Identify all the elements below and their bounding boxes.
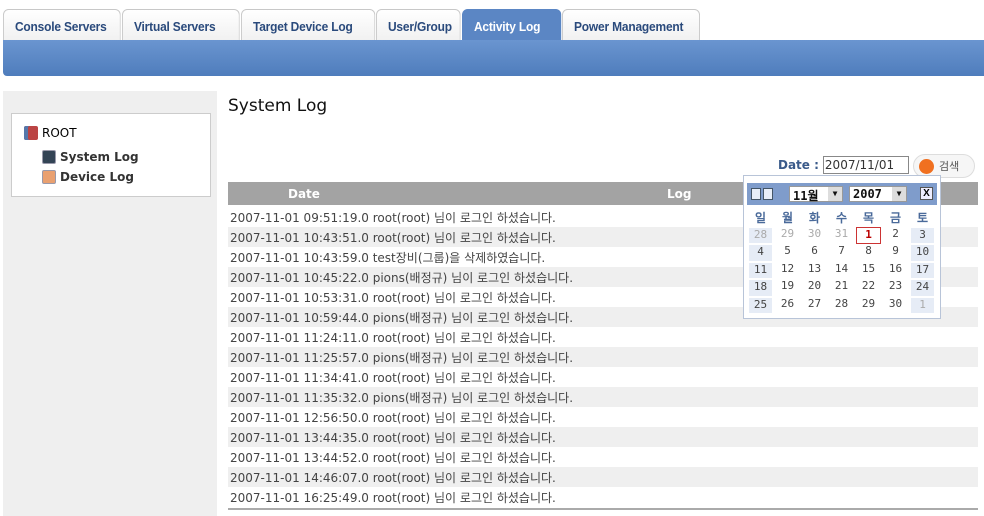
tab-virtual-servers[interactable]: Virtual Servers <box>122 9 240 42</box>
table-row: 2007-11-01 16:25:49.0 root(root) 님이 로그인 … <box>230 491 556 505</box>
calendar-grid: 일 월 화 수 목 금 토 28 29 30 31 1 2 3 4 5 6 7 8 9 10 11 12 13 14 15 16 17… <box>747 209 936 314</box>
root-icon <box>24 126 38 140</box>
weekday-label: 목 <box>862 211 875 225</box>
calendar-header: 11월 ▼ 2007 ▼ X <box>747 183 937 205</box>
calendar-day[interactable]: 6 <box>801 244 828 262</box>
tree-item-label: System Log <box>60 150 139 164</box>
tree-root[interactable]: ROOT <box>24 126 77 140</box>
calendar-popup: 11월 ▼ 2007 ▼ X 일 월 화 수 목 금 토 28 29 30 31 1 2 3 4 5 6 7 8 9 10 1… <box>743 175 941 319</box>
table-row: 2007-11-01 12:56:50.0 root(root) 님이 로그인 … <box>230 411 556 425</box>
calendar-day[interactable]: 7 <box>828 244 855 262</box>
calendar-day[interactable]: 14 <box>828 262 855 280</box>
search-label: 검색 <box>939 160 960 173</box>
date-filter: Date : <box>778 156 909 174</box>
table-row: 2007-11-01 14:46:07.0 root(root) 님이 로그인 … <box>228 467 978 487</box>
calendar-day[interactable]: 8 <box>855 244 882 262</box>
calendar-day[interactable]: 15 <box>855 262 882 280</box>
chevron-down-icon: ▼ <box>892 187 906 201</box>
sub-nav-bar <box>3 40 984 76</box>
calendar-day[interactable]: 12 <box>774 262 801 280</box>
calendar-day[interactable]: 30 <box>882 297 909 315</box>
table-row: 2007-11-01 13:44:35.0 root(root) 님이 로그인 … <box>228 427 978 447</box>
weekday-label: 토 <box>916 211 929 225</box>
page-title: System Log <box>228 96 328 116</box>
calendar-day[interactable]: 16 <box>882 262 909 280</box>
calendar-day[interactable]: 4 <box>749 245 772 261</box>
tree-item-label: Device Log <box>60 170 134 184</box>
calendar-day[interactable]: 23 <box>882 279 909 297</box>
calendar-day[interactable]: 28 <box>749 227 772 243</box>
tab-target-device-log[interactable]: Target Device Log <box>241 9 376 42</box>
calendar-day[interactable]: 29 <box>774 227 801 245</box>
date-input[interactable] <box>822 156 909 174</box>
calendar-day[interactable]: 20 <box>801 279 828 297</box>
table-row: 2007-11-01 13:44:52.0 root(root) 님이 로그인 … <box>230 451 556 465</box>
calendar-day[interactable]: 3 <box>911 227 934 243</box>
calendar-day[interactable]: 30 <box>801 227 828 245</box>
prev-month-icon[interactable] <box>751 188 761 200</box>
tree-item-system-log[interactable]: System Log <box>42 150 139 164</box>
calendar-day[interactable]: 22 <box>855 279 882 297</box>
calendar-day[interactable]: 13 <box>801 262 828 280</box>
calendar-day[interactable]: 5 <box>774 244 801 262</box>
table-row: 2007-11-01 11:34:41.0 root(root) 님이 로그인 … <box>230 371 556 385</box>
column-header-date: Date <box>288 187 320 201</box>
tree-root-label: ROOT <box>42 126 77 140</box>
table-row: 2007-11-01 11:25:57.0 pions(배정규) 님이 로그인 … <box>228 347 978 367</box>
calendar-day[interactable]: 26 <box>774 297 801 315</box>
calendar-day[interactable]: 10 <box>911 245 934 261</box>
calendar-day[interactable]: 25 <box>749 297 772 313</box>
calendar-day[interactable]: 9 <box>882 244 909 262</box>
calendar-day[interactable]: 21 <box>828 279 855 297</box>
calendar-day[interactable]: 31 <box>828 227 855 245</box>
tab-user-group[interactable]: User/Group <box>376 9 461 42</box>
weekday-label: 월 <box>781 211 794 225</box>
tab-activity-log[interactable]: Activity Log <box>462 9 562 42</box>
main-tabs: Console Servers Virtual Servers Target Dev… <box>3 9 712 42</box>
chevron-down-icon: ▼ <box>828 187 842 201</box>
weekday-label: 일 <box>754 211 767 225</box>
calendar-day[interactable]: 24 <box>911 280 934 296</box>
table-row: 2007-11-01 11:24:11.0 root(root) 님이 로그인 … <box>230 331 556 345</box>
calendar-day[interactable]: 2 <box>882 227 909 245</box>
calendar-day[interactable]: 19 <box>774 279 801 297</box>
weekday-label: 수 <box>835 211 848 225</box>
left-panel: ROOT System Log Device Log <box>3 91 217 516</box>
month-select[interactable]: 11월 ▼ <box>789 186 843 203</box>
date-label: Date : <box>778 158 819 172</box>
calendar-day[interactable]: 28 <box>828 297 855 315</box>
calendar-day[interactable]: 29 <box>855 297 882 315</box>
weekday-label: 금 <box>889 211 902 225</box>
calendar-day[interactable]: 17 <box>911 262 934 278</box>
next-month-icon[interactable] <box>763 188 773 200</box>
tree-item-device-log[interactable]: Device Log <box>42 170 134 184</box>
close-icon[interactable]: X <box>920 187 933 200</box>
tab-power-management[interactable]: Power Management <box>562 9 700 42</box>
calendar-day[interactable]: 1 <box>911 297 934 313</box>
calendar-day[interactable]: 27 <box>801 297 828 315</box>
month-value: 11월 <box>793 189 819 203</box>
calendar-day[interactable]: 1 <box>856 226 881 244</box>
year-select[interactable]: 2007 ▼ <box>849 186 907 202</box>
document-icon <box>42 150 56 164</box>
column-header-log: Log <box>667 187 692 201</box>
search-icon <box>919 158 934 174</box>
log-tree: ROOT System Log Device Log <box>11 113 211 197</box>
weekday-label: 화 <box>808 211 821 225</box>
table-row: 2007-11-01 11:35:32.0 pions(배정규) 님이 로그인 … <box>228 387 978 407</box>
calendar-day[interactable]: 18 <box>749 280 772 296</box>
user-document-icon <box>42 170 56 184</box>
calendar-day[interactable]: 11 <box>749 262 772 278</box>
tab-console-servers[interactable]: Console Servers <box>3 9 121 42</box>
table-bottom-rule <box>228 508 978 510</box>
year-value: 2007 <box>853 187 882 201</box>
